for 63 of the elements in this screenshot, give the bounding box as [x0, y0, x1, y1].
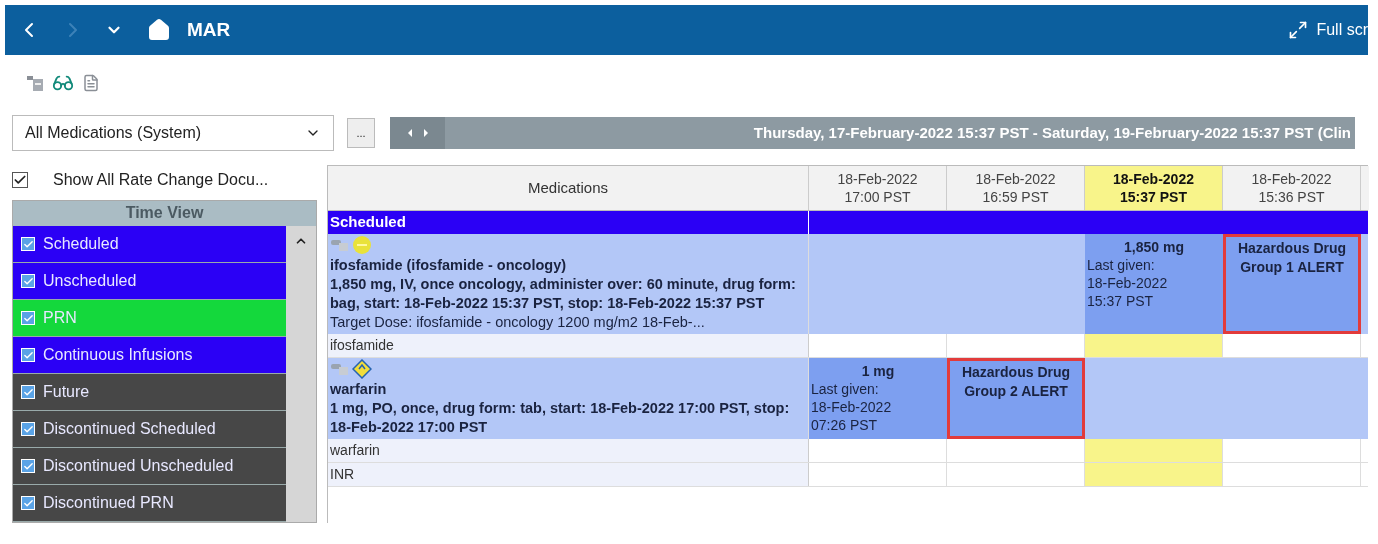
date-range-text: Thursday, 17-February-2022 15:37 PST - Saturday, 19-February-2022 15:37 PST (Clin — [753, 122, 1352, 143]
pill-hand-icon — [330, 362, 350, 376]
check-icon — [22, 275, 34, 287]
time-view-item[interactable]: Discontinued Scheduled — [13, 411, 286, 448]
result-label: warfarin — [328, 439, 809, 462]
time-view-header: Time View — [13, 201, 316, 226]
status-circle-icon — [352, 235, 372, 255]
medication-name: ifosfamide (ifosfamide - oncology) — [330, 256, 568, 275]
target-dose: Target Dose: ifosfamide - oncology 1200 mg/m2 18-Feb-... — [330, 313, 706, 332]
highlighted-grid-cell[interactable] — [1085, 334, 1223, 357]
check-icon — [22, 497, 34, 509]
order-details: 1 mg, PO, once, drug form: tab, start: 18-Feb-2022 17:00 PST, stop: 18-Feb-2022 17:00 PST — [330, 399, 791, 437]
alert-cell[interactable]: Hazardous Drug Group 2 ALERT — [947, 358, 1085, 439]
time-view-item[interactable]: Future — [13, 374, 286, 411]
alert-cell[interactable]: Hazardous Drug Group 1 ALERT — [1223, 234, 1361, 334]
highlighted-grid-cell[interactable] — [1085, 439, 1223, 462]
check-icon — [22, 238, 34, 250]
warning-tag-icon — [352, 359, 372, 379]
home-icon[interactable] — [147, 18, 171, 42]
pill-hand-icon — [330, 238, 350, 252]
time-view-checkbox[interactable] — [21, 311, 35, 325]
time-view-item[interactable]: Unscheduled — [13, 263, 286, 300]
order-details: 1,850 mg, IV, once oncology, administer over: 60 minute, drug form: bag, start: 18-Feb-2022 15:37 PST, stop: 18-Feb-2022 15:37 PST — [330, 275, 797, 313]
time-column-header[interactable]: 18-Feb-2022 15:37 PST — [1085, 166, 1223, 210]
check-icon — [22, 349, 34, 361]
time-view-item[interactable]: Continuous Infusions — [13, 337, 286, 374]
dose-cell[interactable]: 1,850 mg Last given: 18-Feb-2022 15:37 PST — [1085, 234, 1223, 334]
medications-header: Medications — [328, 166, 809, 210]
time-view-checkbox[interactable] — [21, 348, 35, 362]
time-view-checkbox[interactable] — [21, 459, 35, 473]
full-screen-icon[interactable] — [1288, 20, 1309, 40]
full-screen-label[interactable]: Full scr — [1316, 18, 1368, 42]
more-button[interactable]: ... — [347, 118, 375, 148]
time-column-header[interactable]: 18-Feb-2022 16:59 PST — [947, 166, 1085, 210]
time-view-item[interactable]: Discontinued PRN — [13, 485, 286, 522]
show-all-checkbox[interactable] — [12, 172, 28, 188]
time-view-checkbox[interactable] — [21, 385, 35, 399]
time-view-checkbox[interactable] — [21, 274, 35, 288]
document-icon[interactable] — [82, 74, 100, 92]
left-right-arrows-icon — [407, 129, 428, 137]
result-label: ifosfamide — [328, 334, 809, 357]
check-icon — [22, 312, 34, 324]
pill-cart-icon[interactable] — [26, 74, 44, 92]
check-icon — [22, 460, 34, 472]
time-view-item[interactable]: Scheduled — [13, 226, 286, 263]
medication-filter-dropdown[interactable]: All Medications (System) — [12, 115, 334, 151]
time-view-item[interactable]: Discontinued Unscheduled — [13, 448, 286, 485]
window-title: MAR — [187, 17, 231, 42]
time-view-checkbox[interactable] — [21, 237, 35, 251]
show-all-label[interactable]: Show All Rate Change Docu... — [53, 168, 269, 192]
check-icon — [22, 423, 34, 435]
dose-cell[interactable]: 1 mg Last given: 18-Feb-2022 07:26 PST — [809, 358, 947, 439]
time-view-checkbox[interactable] — [21, 496, 35, 510]
medication-name: warfarin — [330, 380, 388, 399]
time-column-header[interactable]: 18-Feb-2022 17:00 PST — [809, 166, 947, 210]
highlighted-grid-cell[interactable] — [1085, 463, 1223, 486]
time-column-header[interactable]: 18-Feb-2022 15:36 PST — [1223, 166, 1361, 210]
previous-range-button[interactable] — [390, 117, 445, 149]
time-view-checkbox[interactable] — [21, 422, 35, 436]
check-icon — [22, 386, 34, 398]
result-label: INR — [328, 463, 809, 486]
check-icon — [13, 173, 27, 187]
scrollbar[interactable] — [286, 226, 316, 522]
